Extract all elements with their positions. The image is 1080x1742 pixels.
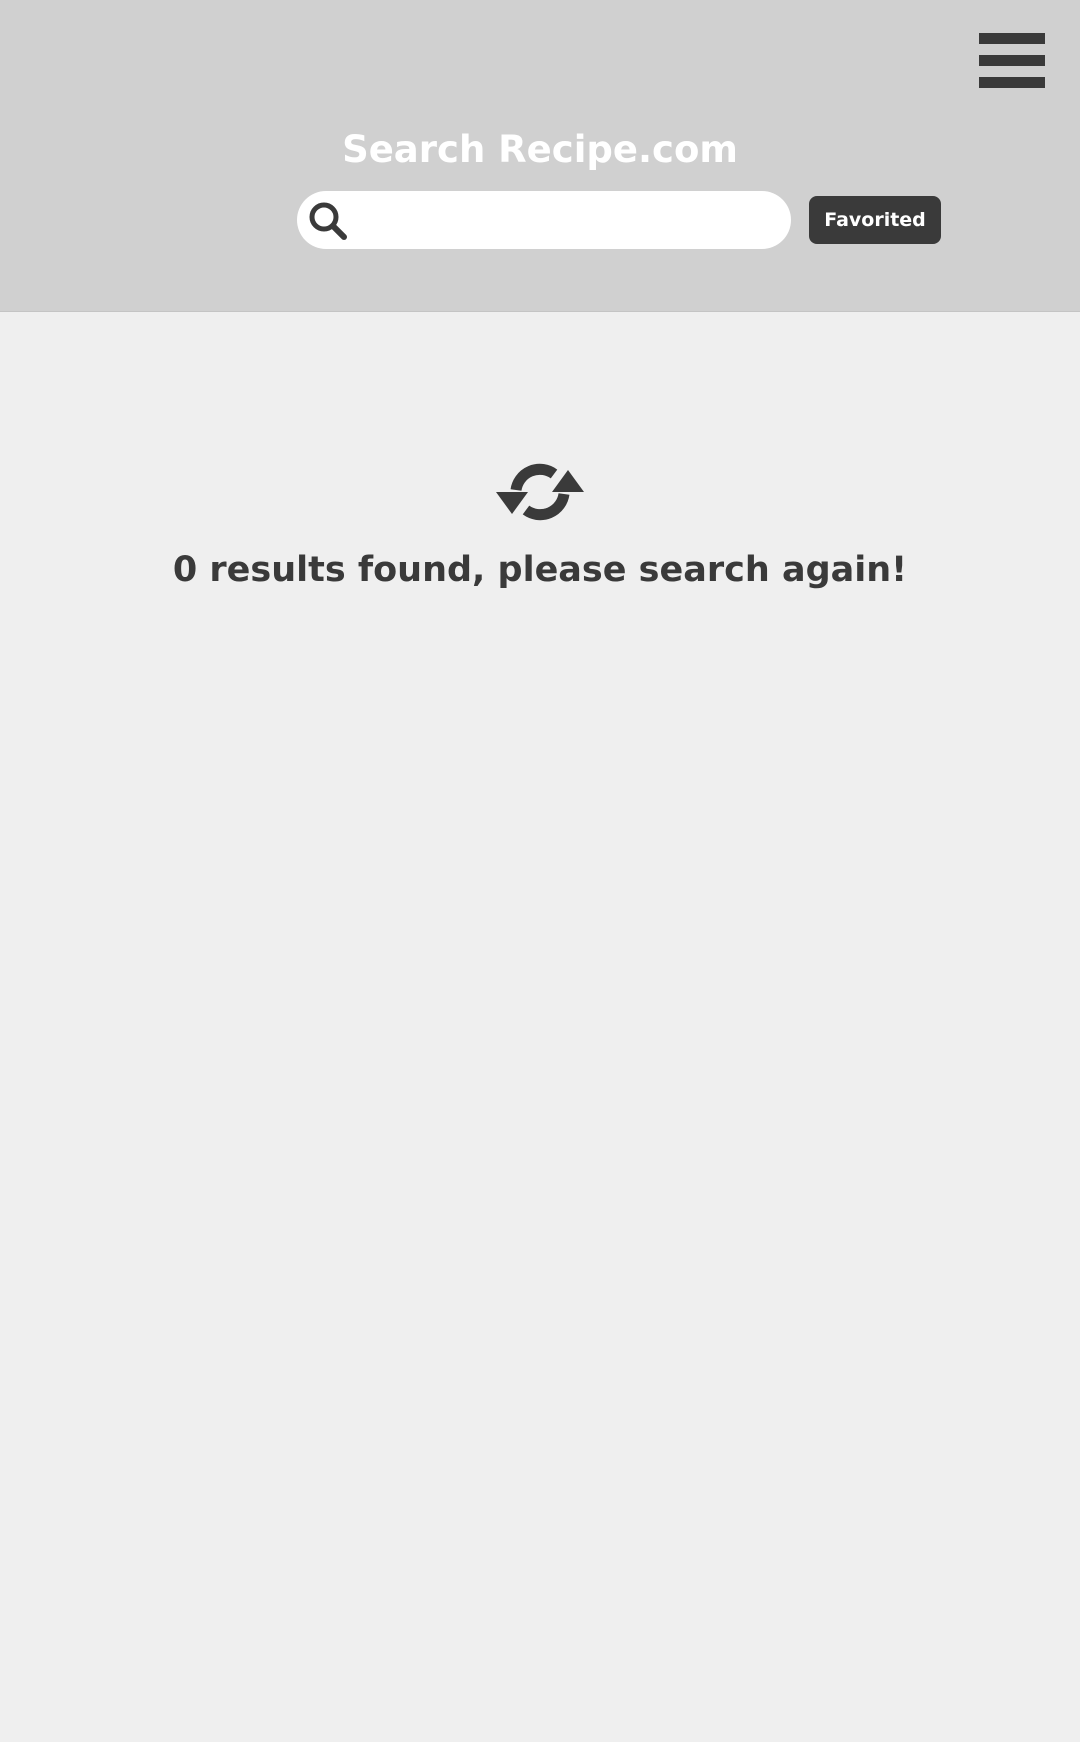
refresh-icon bbox=[496, 463, 584, 521]
no-results-message: 0 results found, please search again! bbox=[172, 550, 908, 590]
site-header: Search Recipe.com Favorited bbox=[0, 0, 1080, 312]
hamburger-menu-icon bbox=[979, 33, 1045, 44]
search-input[interactable] bbox=[355, 199, 779, 243]
site-title: Search Recipe.com bbox=[342, 128, 738, 171]
search-icon[interactable] bbox=[307, 200, 349, 242]
favorited-button[interactable]: Favorited bbox=[809, 196, 941, 244]
search-bar[interactable] bbox=[297, 191, 791, 249]
results-area: 0 results found, please search again! bbox=[0, 456, 1080, 590]
hamburger-menu-button[interactable] bbox=[976, 29, 1046, 93]
